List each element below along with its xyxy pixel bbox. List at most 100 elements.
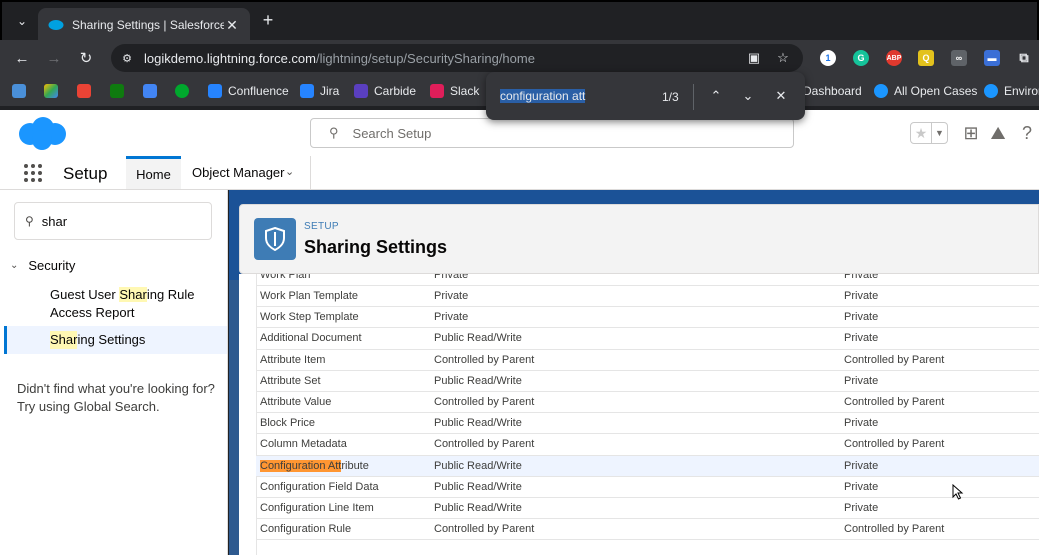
mouse-cursor-icon (952, 484, 964, 500)
bookmark-star-icon[interactable]: ☆ (775, 50, 791, 66)
default-external-access-cell: Private (844, 417, 879, 430)
slack-icon (430, 84, 444, 98)
find-close-icon[interactable]: ✕ (772, 87, 790, 105)
default-internal-access-cell: Controlled by Parent (434, 395, 535, 408)
new-tab-button[interactable]: + (258, 11, 278, 31)
favorite-star-icon[interactable]: ★ (911, 123, 931, 143)
default-external-access-cell: Private (844, 311, 879, 324)
bookmark-calendar-icon[interactable] (143, 82, 163, 100)
find-next-chevron-down-icon[interactable]: ⌄ (739, 87, 757, 105)
default-external-access-cell: Private (844, 274, 879, 281)
chevron-down-icon: ⌄ (10, 260, 19, 271)
url-text: logikdemo.lightning.force.com/lightning/… (144, 50, 535, 66)
page-translate-icon[interactable]: ▣ (746, 50, 762, 66)
trailhead-icon[interactable]: ⛰ (987, 122, 1009, 144)
object-name-cell: Work Step Template (260, 311, 359, 324)
default-internal-access-cell: Public Read/Write (434, 459, 522, 472)
default-internal-access-cell: Public Read/Write (434, 374, 522, 387)
bookmark-all-open-cases[interactable]: All Open Cases (874, 82, 977, 100)
find-match-count: 1/3 (662, 90, 679, 104)
table-row: Column Metadata Controlled by Parent Contr… (256, 434, 1039, 456)
table-row: Configuration Field Data Public Read/Writ… (256, 477, 1039, 498)
search-icon: ⚲ (25, 214, 34, 228)
browser-tab-active[interactable]: Sharing Settings | Salesforce ✕ (38, 8, 250, 42)
tab-close-icon[interactable]: ✕ (224, 17, 240, 34)
tree-section-security[interactable]: ⌄ Security (10, 258, 75, 273)
nav-divider (310, 156, 311, 189)
bookmark-carbide[interactable]: Carbide (354, 82, 416, 100)
bookmark-slack[interactable]: Slack (430, 82, 479, 100)
adblock-plus-icon[interactable]: ABP (886, 50, 902, 66)
bookmark-dashboard[interactable]: Dashboard (803, 82, 862, 100)
find-in-page-bar: configuration att 1/3 ⌃ ⌄ ✕ (486, 72, 805, 120)
default-internal-access-cell: Private (434, 290, 469, 302)
site-info-icon[interactable]: ⚙ (119, 50, 135, 66)
object-name-cell: Work Plan Template (260, 290, 359, 302)
help-icon[interactable]: ? (1016, 122, 1038, 144)
default-external-access-cell: Controlled by Parent (844, 523, 945, 536)
forward-arrow-icon[interactable]: → (44, 48, 64, 68)
sharing-defaults-table-panel: Work Plan Private Private Work Plan Templat… (239, 274, 1039, 555)
default-internal-access-cell: Private (434, 311, 469, 324)
tab-object-manager[interactable]: Object Manager (192, 156, 285, 189)
bookmark-evernote-icon[interactable] (175, 82, 195, 100)
app-launcher-icon[interactable] (24, 164, 42, 182)
table-row: Configuration Line Item Public Read/Write… (256, 498, 1039, 520)
page-title: Sharing Settings (304, 237, 448, 257)
page-header: SETUP Sharing Settings (239, 204, 1039, 274)
not-found-help-text: Didn't find what you're looking for? Try… (17, 381, 215, 414)
back-arrow-icon[interactable]: ← (12, 48, 32, 68)
app-name: Setup (63, 164, 108, 183)
bookmark-arrow-icon[interactable] (12, 82, 32, 100)
default-external-access-cell: Private (844, 374, 879, 387)
tree-item-sharing-settings[interactable]: Shar ing Settings (4, 326, 227, 354)
extension-blue-icon[interactable]: ▬ (984, 50, 1000, 66)
table-row: Attribute Value Controlled by Parent Contr… (256, 392, 1039, 414)
default-internal-access-cell: Private (434, 274, 469, 281)
quick-find-input[interactable]: ⚲ shar (14, 202, 212, 240)
tab-home[interactable]: Home (126, 156, 181, 189)
extension-glasses-icon[interactable]: ∞ (951, 50, 967, 66)
default-external-access-cell: Controlled by Parent (844, 353, 945, 366)
bookmark-drive-icon[interactable] (44, 82, 64, 100)
extensions-puzzle-icon[interactable]: ⧉ (1016, 50, 1032, 66)
object-name-cell: Block Price (260, 417, 316, 430)
default-external-access-cell: Controlled by Parent (844, 395, 945, 408)
object-name-cell: Column Metadata (260, 438, 347, 451)
object-name-cell: Additional Document (260, 332, 362, 345)
default-external-access-cell: Controlled by Parent (844, 438, 945, 451)
chevron-down-icon[interactable]: ⌄ (285, 165, 294, 178)
extension-q-icon[interactable]: Q (918, 50, 934, 66)
bookmark-outlook-icon[interactable] (110, 82, 130, 100)
reload-icon[interactable]: ↻ (76, 48, 96, 68)
bookmark-confluence[interactable]: Confluence (208, 82, 289, 100)
object-name-cell: Work Plan (260, 274, 311, 281)
tab-search-chevron-icon[interactable]: ⌄ (12, 11, 32, 31)
table-row: Work Plan Private Private (256, 274, 1039, 286)
favorites-dropdown-icon[interactable]: ▼ (931, 123, 947, 143)
tree-item-guest-user-sharing-rule-access-report[interactable]: Guest User Sharing Rule Access Report (50, 286, 220, 322)
find-previous-chevron-up-icon[interactable]: ⌃ (707, 87, 725, 105)
grammarly-icon[interactable]: G (853, 50, 869, 66)
table-row: Work Step Template Private Private (256, 307, 1039, 329)
table-row: Configuration Rule Controlled by Parent Co… (256, 519, 1039, 541)
find-input[interactable]: configuration att (500, 89, 586, 103)
salesforce-logo[interactable] (16, 116, 68, 152)
search-icon: ⚲ (329, 125, 339, 140)
object-name-cell: Attribute Value (260, 395, 332, 408)
object-name-cell: Configuration Rule (260, 523, 352, 536)
jira-icon (300, 84, 314, 98)
table-row: Additional Document Public Read/Write Priv… (256, 328, 1039, 350)
bookmark-jira[interactable]: Jira (300, 82, 339, 100)
bookmark-gmail-icon[interactable] (77, 82, 97, 100)
table-row: Configuration Attribute Public Read/Write… (256, 455, 1039, 477)
password-manager-icon[interactable]: 1 (820, 50, 836, 66)
global-actions-plus-icon[interactable]: ⊞ (960, 122, 982, 144)
address-bar[interactable]: ⚙ logikdemo.lightning.force.com/lightnin… (111, 44, 803, 72)
salesforce-cloud-icon (984, 84, 998, 98)
table-row: Attribute Item Controlled by Parent Contro… (256, 350, 1039, 371)
default-internal-access-cell: Controlled by Parent (434, 353, 535, 366)
bookmark-environ[interactable]: Environ (984, 82, 1039, 100)
global-search-input[interactable]: ⚲ Search Setup (310, 118, 794, 148)
default-external-access-cell: Private (844, 332, 879, 345)
